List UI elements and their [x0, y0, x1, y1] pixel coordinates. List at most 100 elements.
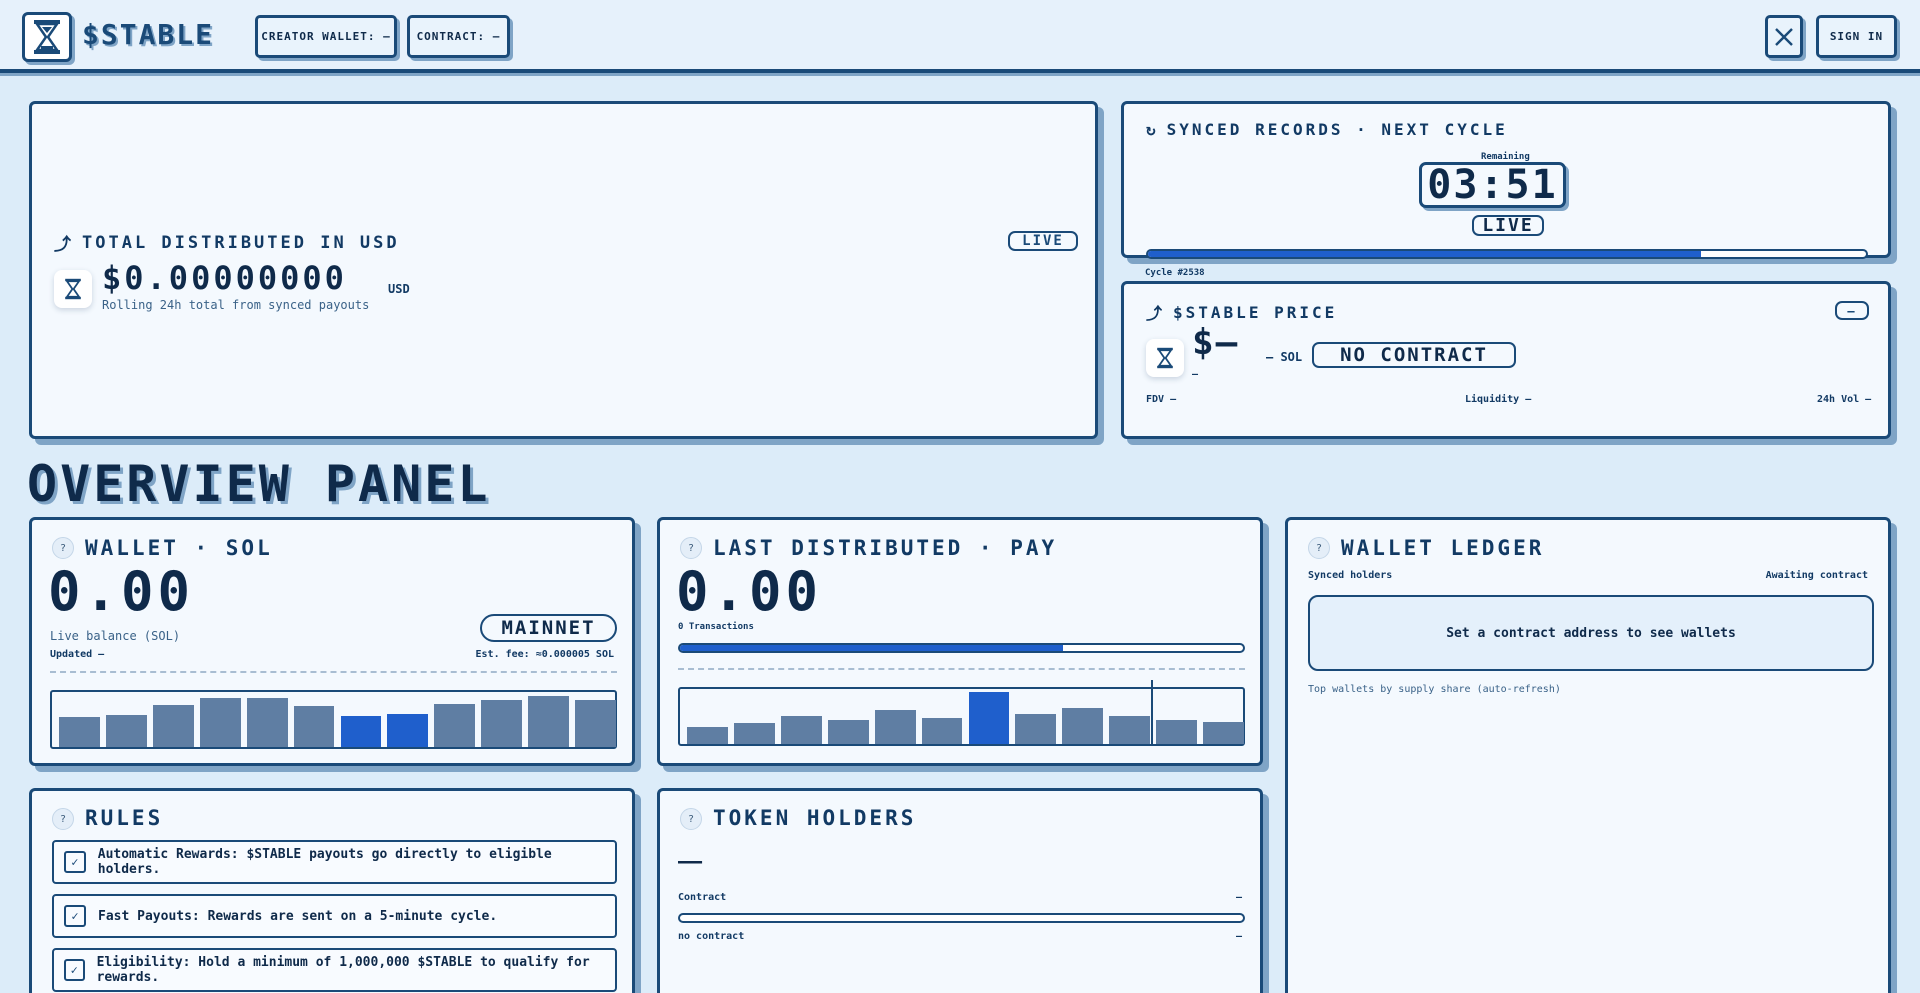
top-bar: $STABLE CREATOR WALLET: – CONTRACT: – SI… — [0, 0, 1920, 73]
distribution-progress-fill — [680, 645, 1063, 651]
ledger-caption: Top wallets by supply share (auto-refres… — [1308, 684, 1561, 695]
cycle-number: Cycle #2538 — [1145, 268, 1205, 278]
synced-records-card: ↻ SYNCED RECORDS · NEXT CYCLE Remaining … — [1121, 101, 1891, 259]
ledger-empty-message: Set a contract address to see wallets — [1308, 595, 1874, 671]
checkbox-icon: ✓ — [64, 851, 86, 873]
trend-icon: ⤴ — [1146, 304, 1166, 323]
last-distributed-title: LAST DISTRIBUTED · PAY — [713, 536, 1058, 560]
rule-item: ✓ Eligibility: Hold a minimum of 1,000,0… — [52, 948, 617, 992]
usd-unit: USD — [388, 282, 410, 296]
volume-stat: 24h Vol – — [1817, 394, 1872, 405]
distribution-bar-chart — [678, 680, 1245, 746]
hourglass-logo-icon[interactable] — [22, 12, 72, 62]
last-distributed-card: ? LAST DISTRIBUTED · PAY 0.00 0 Transact… — [657, 517, 1263, 766]
chart-bar — [528, 696, 570, 747]
chart-bar — [874, 709, 916, 744]
total-distributed-value: $0.00000000 — [102, 259, 347, 297]
fdv-stat: FDV – — [1146, 394, 1177, 405]
live-badge: LIVE — [1008, 231, 1078, 251]
chart-bar — [59, 716, 100, 747]
coin-icon — [54, 270, 92, 308]
rule-item: ✓ Fast Payouts: Rewards are sent on a 5-… — [52, 894, 617, 938]
chart-bar — [921, 718, 963, 744]
distribution-progress-bar — [678, 643, 1245, 653]
wallet-fee: Est. fee: ≈0.000005 SOL — [475, 649, 614, 660]
chart-bar — [1015, 713, 1057, 744]
liquidity-stat: Liquidity – — [1465, 394, 1532, 405]
mainnet-badge: MAINNET — [480, 614, 617, 642]
chart-bar — [1203, 721, 1244, 744]
chart-bar — [340, 715, 382, 747]
synced-holders-label: Synced holders — [1308, 570, 1393, 581]
wallet-ledger-card: ? WALLET LEDGER Synced holders Awaiting … — [1285, 517, 1891, 993]
help-icon[interactable]: ? — [52, 537, 74, 559]
brand-name[interactable]: $STABLE — [82, 18, 214, 51]
countdown-timer: 03:51 — [1419, 162, 1566, 208]
chart-bar — [968, 692, 1010, 744]
price-value: $— — [1192, 322, 1240, 363]
cursor-marker — [1151, 680, 1153, 744]
token-holders-card: ? TOKEN HOLDERS — Contract – no contract… — [657, 788, 1263, 993]
chart-bar — [575, 700, 616, 747]
remaining-label: Remaining — [1481, 152, 1530, 162]
help-icon[interactable]: ? — [680, 808, 702, 830]
chart-bar — [780, 716, 822, 744]
rules-title: RULES — [85, 806, 164, 830]
token-holders-title: TOKEN HOLDERS — [713, 806, 917, 830]
refresh-icon[interactable]: ↻ — [1146, 120, 1159, 139]
help-icon[interactable]: ? — [52, 808, 74, 830]
rules-card: ? RULES ✓ Automatic Rewards: $STABLE pay… — [29, 788, 635, 993]
price-sol: – SOL — [1266, 350, 1303, 364]
transactions-count: 0 Transactions — [678, 622, 754, 632]
chart-bar — [1062, 707, 1104, 744]
holders-count: — — [678, 849, 703, 873]
price-change: – — [1192, 369, 1199, 380]
sign-in-button[interactable]: SIGN IN — [1816, 15, 1897, 58]
x-logo-icon[interactable] — [1765, 15, 1803, 58]
total-distributed-card: ⤴ TOTAL DISTRIBUTED IN USD LIVE $0.00000… — [29, 101, 1098, 439]
wallet-title: WALLET · SOL — [85, 536, 273, 560]
overview-heading: OVERVIEW PANEL — [27, 455, 491, 513]
chart-bar — [481, 699, 523, 747]
no-contract-badge: NO CONTRACT — [1312, 342, 1516, 368]
chart-bar — [387, 713, 429, 747]
chart-bar — [827, 719, 869, 744]
help-icon[interactable]: ? — [680, 537, 702, 559]
total-distributed-caption: Rolling 24h total from synced payouts — [102, 298, 370, 312]
collapse-button[interactable]: — — [1835, 301, 1869, 320]
chart-bar — [105, 714, 147, 747]
chart-bar — [1156, 719, 1198, 744]
trend-icon: ⤴ — [54, 235, 74, 255]
price-title: $STABLE PRICE — [1173, 302, 1338, 322]
cycle-progress-fill — [1148, 251, 1701, 257]
wallet-caption: Live balance (SOL) — [50, 629, 181, 643]
wallet-sol-card: ? WALLET · SOL 0.00 MAINNET Live balance… — [29, 517, 635, 766]
chart-bar — [199, 698, 241, 747]
synced-records-title: SYNCED RECORDS · NEXT CYCLE — [1166, 120, 1508, 139]
wallet-ledger-title: WALLET LEDGER — [1341, 536, 1545, 560]
wallet-updated: Updated – — [50, 649, 105, 660]
help-icon[interactable]: ? — [1308, 537, 1330, 559]
total-distributed-title: TOTAL DISTRIBUTED IN USD — [82, 232, 400, 253]
rule-text: Eligibility: Hold a minimum of 1,000,000… — [96, 955, 590, 985]
price-card: ⤴ $STABLE PRICE — $— – SOL NO CONTRACT –… — [1121, 281, 1891, 439]
cycle-progress-bar — [1146, 249, 1868, 259]
rule-item: ✓ Automatic Rewards: $STABLE payouts go … — [52, 840, 617, 884]
divider — [678, 668, 1245, 670]
contract-button[interactable]: CONTRACT: – — [407, 15, 510, 58]
chart-bar — [434, 703, 476, 747]
coin-icon — [1146, 339, 1184, 377]
live-badge: LIVE — [1472, 215, 1544, 236]
chart-bar — [1109, 715, 1151, 744]
contract-label: Contract — [678, 892, 727, 903]
contract-value: – — [1235, 892, 1242, 903]
chart-bar — [152, 704, 194, 747]
ledger-status: Awaiting contract — [1765, 570, 1868, 581]
chart-bar — [293, 705, 335, 747]
wallet-balance: 0.00 — [48, 560, 195, 623]
holders-progress-bar — [678, 913, 1245, 923]
chart-bar — [687, 726, 728, 744]
chart-bar — [246, 698, 288, 747]
creator-wallet-button[interactable]: CREATOR WALLET: – — [255, 15, 397, 58]
checkbox-icon: ✓ — [64, 905, 86, 927]
